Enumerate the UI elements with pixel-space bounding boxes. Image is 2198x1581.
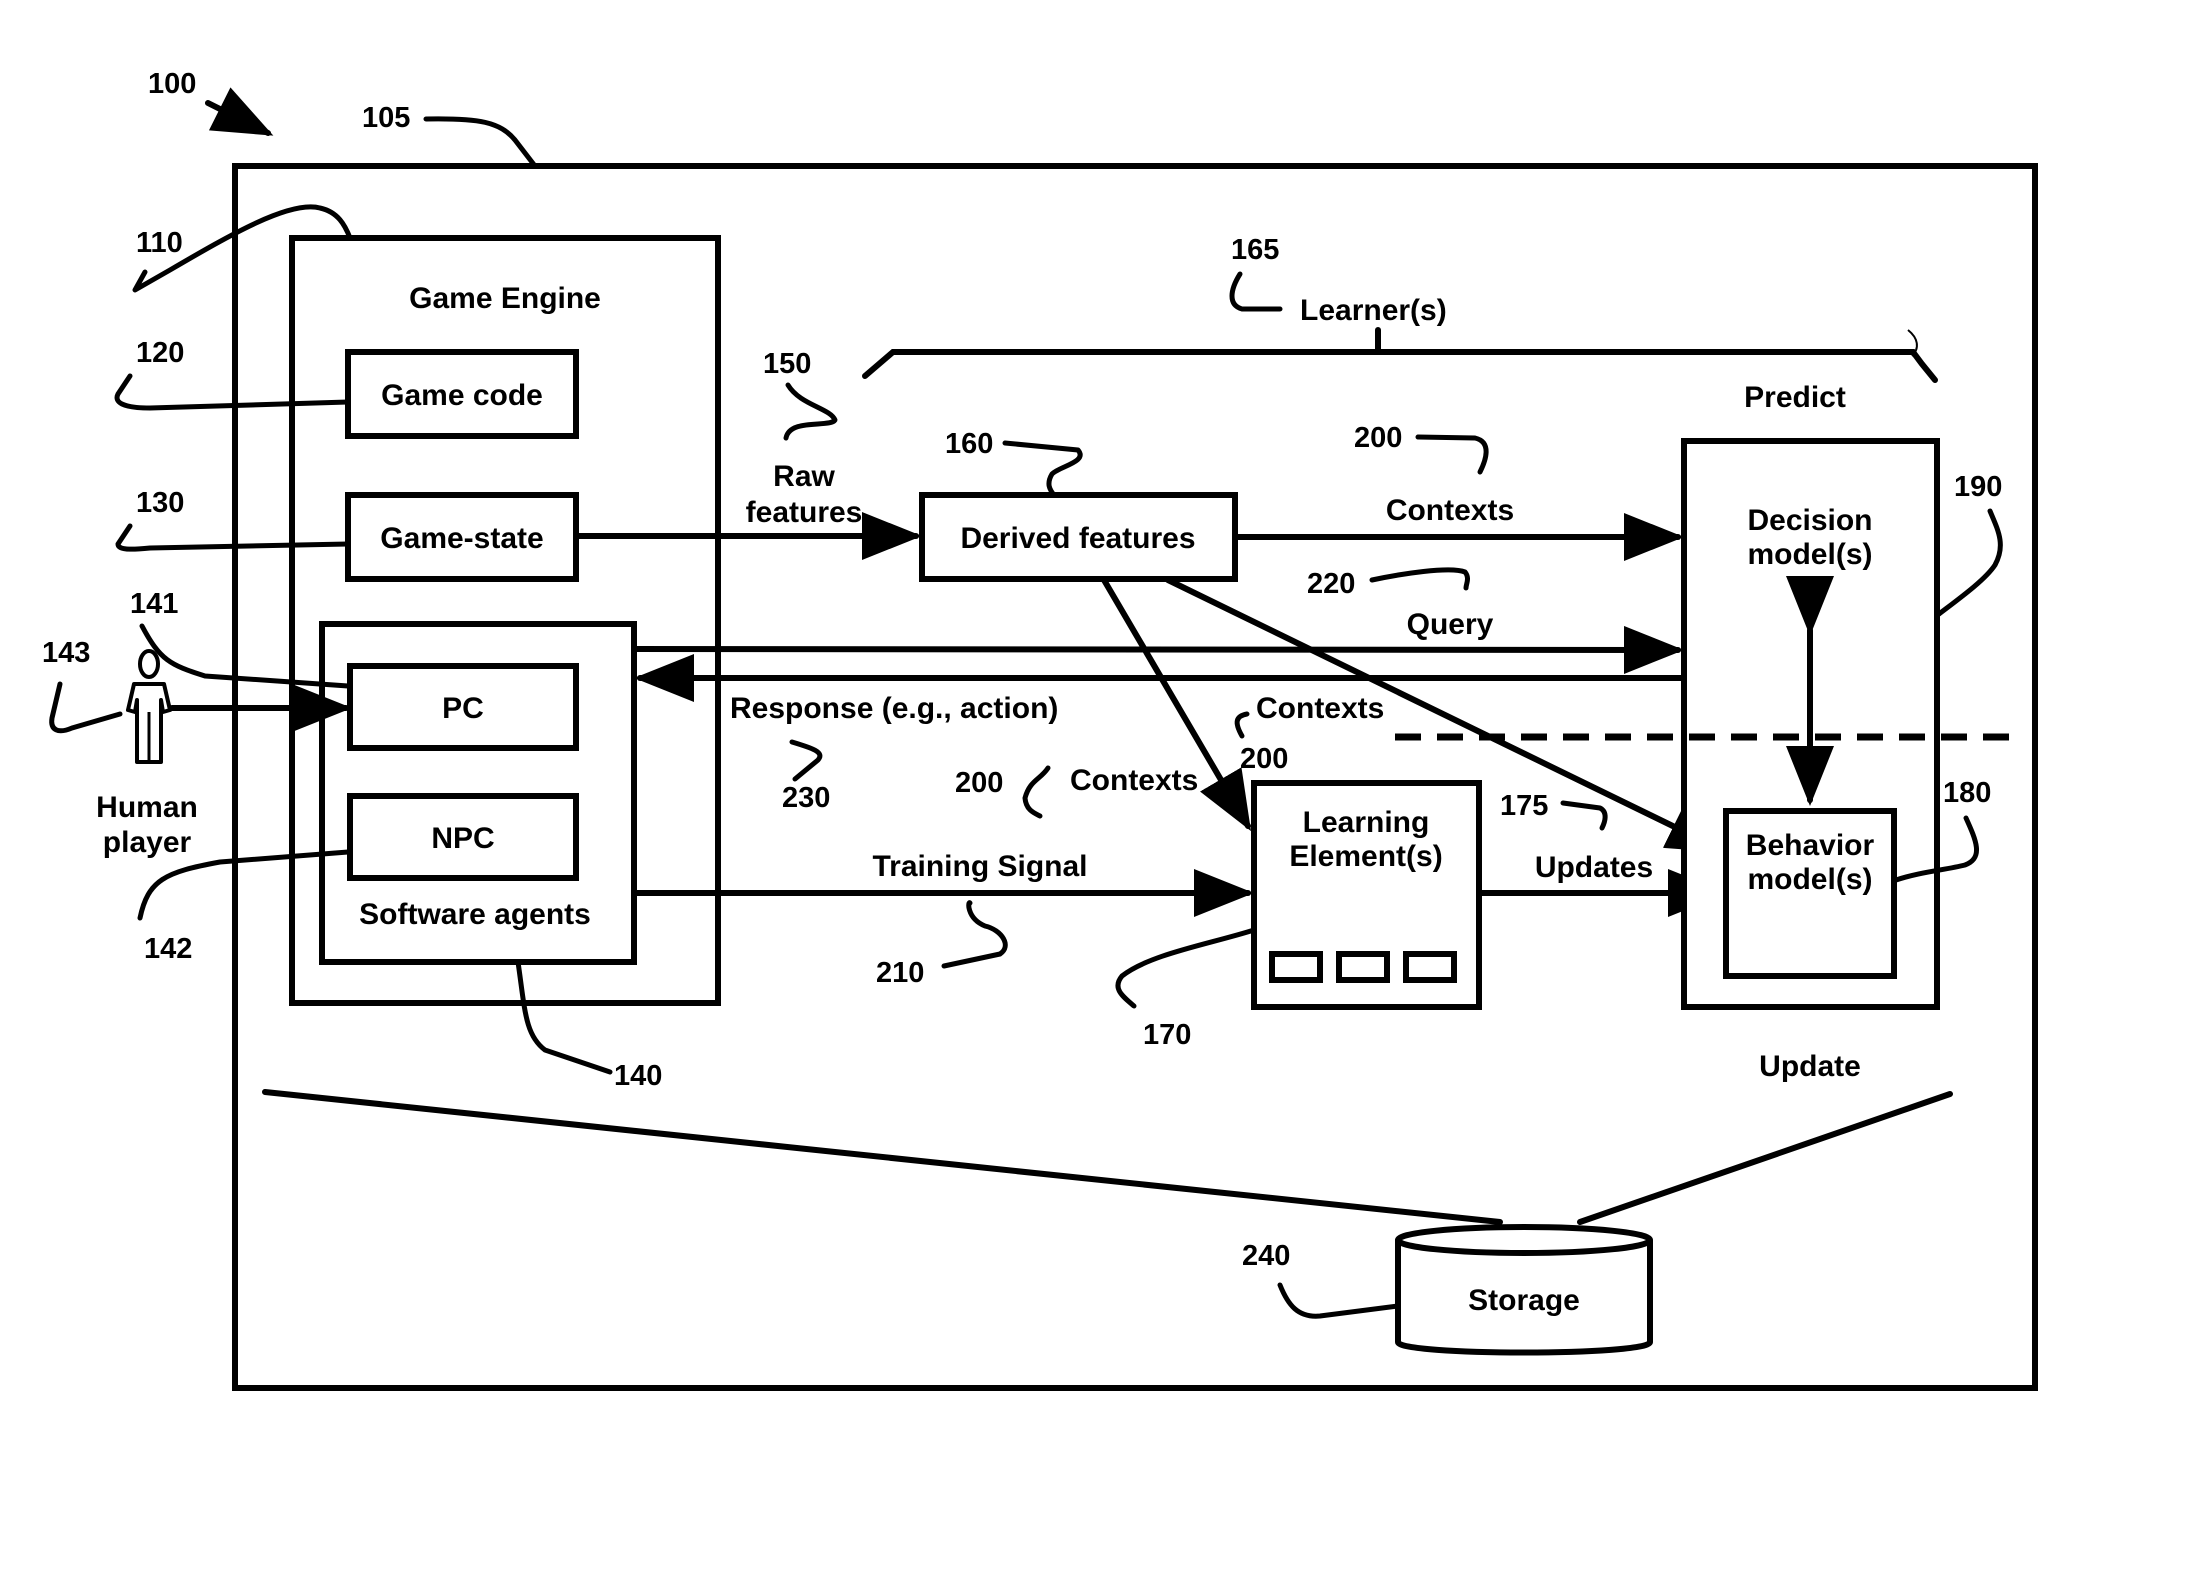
ref-240: 240 [1242,1240,1290,1272]
ref-143: 143 [42,637,90,669]
npc-label: NPC [431,822,494,855]
contexts-label-learning: Contexts [1070,764,1198,797]
game-engine-title: Game Engine [409,282,601,315]
ref-190: 190 [1954,471,2002,503]
ref-141: 141 [130,588,178,620]
ref-140: 140 [614,1060,662,1092]
ref-130: 130 [136,487,184,519]
query-label: Query [1407,608,1494,641]
ref-150: 150 [763,348,811,380]
decision-model-label-line1: Decision [1747,504,1872,537]
contexts-label-decision: Contexts [1386,494,1514,527]
learners-label: Learner(s) [1300,294,1447,327]
human-player-label-line2: player [103,826,192,859]
updates-label: Updates [1535,851,1653,884]
ref-210: 210 [876,957,924,989]
raw-features-label-line1: Raw [773,460,835,493]
behavior-model-label-line1: Behavior [1746,829,1875,862]
human-player-icon [126,649,172,764]
ref-165: 165 [1231,234,1279,266]
derived-features-label: Derived features [960,522,1195,555]
game-state-label: Game-state [380,522,543,555]
ref-200-b: 200 [955,767,1003,799]
system-diagram: 100 105 Game Engine 110 Game code 120 Ga… [42,68,2038,1391]
learning-element-slot-1 [1269,951,1323,983]
ref-110: 110 [136,227,183,259]
learning-element-slot-2 [1336,951,1390,983]
learning-element-label-line2: Element(s) [1289,840,1442,873]
learning-element-label-line1: Learning [1303,806,1430,839]
ref-105-leader [423,116,538,169]
ref-175: 175 [1500,790,1548,822]
training-signal-label: Training Signal [872,850,1087,883]
raw-features-label-line2: features [746,496,863,529]
learning-element-slot-3 [1403,951,1457,983]
ref-105: 105 [362,102,410,134]
ref-200-c: 200 [1240,743,1288,775]
ref-200-a: 200 [1354,422,1402,454]
ref-142: 142 [144,933,192,965]
ref-180: 180 [1943,777,1991,809]
game-code-label: Game code [381,379,543,412]
query-arrow [633,625,1684,674]
software-agents-label: Software agents [359,898,591,931]
contexts-label-behavior: Contexts [1256,692,1384,725]
storage-label: Storage [1468,1284,1580,1317]
ref-143-leader [49,681,123,734]
ref-120: 120 [136,337,184,369]
ref-230: 230 [782,782,830,814]
update-label: Update [1759,1050,1861,1083]
ref-220: 220 [1307,568,1355,600]
human-player-label-line1: Human [96,791,198,824]
ref-170: 170 [1143,1019,1191,1051]
decision-model-label-line2: model(s) [1747,538,1872,571]
ref-160: 160 [945,428,993,460]
pc-label: PC [442,692,484,725]
behavior-model-label-line2: model(s) [1747,863,1872,896]
predict-label: Predict [1744,381,1846,414]
ref-100-arrow [205,87,274,136]
ref-100: 100 [148,68,196,100]
response-label: Response (e.g., action) [730,692,1058,725]
